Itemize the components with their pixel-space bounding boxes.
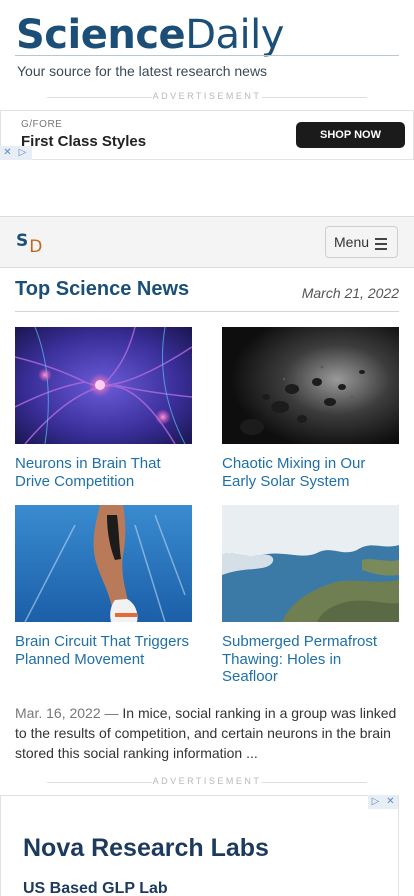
ad-shop-now-button[interactable]: SHOP NOW (296, 122, 405, 148)
ad2-subline: US Based GLP Lab (23, 880, 168, 896)
story-title[interactable]: Neurons in Brain That Drive Competition (15, 455, 192, 490)
tagline: Your source for the latest research news (17, 63, 268, 79)
advertisement-label-2: ADVERTISEMENT (0, 776, 414, 788)
menu-button[interactable]: Menu (325, 226, 398, 258)
asteroids-image[interactable] (222, 327, 399, 444)
section-date: March 21, 2022 (301, 285, 399, 301)
ad2-headline: Nova Research Labs (23, 834, 269, 862)
summary-date: Mar. 16, 2022 (15, 705, 101, 721)
arctic-map-image[interactable] (222, 505, 399, 622)
logo-daily-text: Daily (185, 12, 284, 58)
story-title[interactable]: Brain Circuit That Triggers Planned Move… (15, 633, 192, 668)
story-card[interactable]: Neurons in Brain That Drive Competition (15, 327, 192, 490)
summary-separator: — (100, 705, 123, 721)
ad-close-icon[interactable]: ✕ (0, 146, 15, 160)
logo-science-text: Science (16, 12, 186, 58)
section-title[interactable]: Top Science News (15, 278, 189, 301)
story-title[interactable]: Submerged Permafrost Thawing: Holes in S… (222, 633, 399, 686)
sd-logo[interactable]: SD (16, 231, 42, 257)
story-card[interactable]: Chaotic Mixing in Our Early Solar System (222, 327, 399, 490)
ad2-choices[interactable]: ▷ ✕ (368, 795, 398, 809)
ad-choices[interactable]: ✕ ▷ (0, 146, 32, 160)
ad-info-icon[interactable]: ▷ (15, 146, 30, 160)
advertisement-label: ADVERTISEMENT (0, 91, 414, 103)
nav-bar: SD Menu (0, 216, 414, 268)
menu-label: Menu (334, 234, 370, 250)
sprinter-image[interactable] (15, 505, 192, 622)
ad-headline: First Class Styles (21, 133, 147, 150)
header-divider (15, 55, 399, 56)
ad-brand: G/FORE (21, 119, 63, 130)
story-summary: Mar. 16, 2022 — In mice, social ranking … (15, 703, 405, 763)
story-card[interactable]: Submerged Permafrost Thawing: Holes in S… (222, 505, 399, 686)
ad2-close-icon[interactable]: ✕ (383, 795, 398, 809)
banner-ad[interactable]: G/FORE First Class Styles SHOP NOW (0, 110, 414, 160)
story-card[interactable]: Brain Circuit That Triggers Planned Move… (15, 505, 192, 668)
story-title[interactable]: Chaotic Mixing in Our Early Solar System (222, 455, 399, 490)
sd-logo-s: S (16, 231, 29, 251)
bottom-ad[interactable]: Nova Research Labs US Based GLP Lab (0, 795, 399, 896)
sd-logo-d: D (29, 237, 43, 257)
sciencedaily-logo[interactable]: ScienceDaily (16, 12, 284, 58)
ad2-info-icon[interactable]: ▷ (368, 795, 383, 809)
section-divider (15, 311, 399, 312)
neurons-image[interactable] (15, 327, 192, 444)
hamburger-icon (375, 238, 387, 253)
